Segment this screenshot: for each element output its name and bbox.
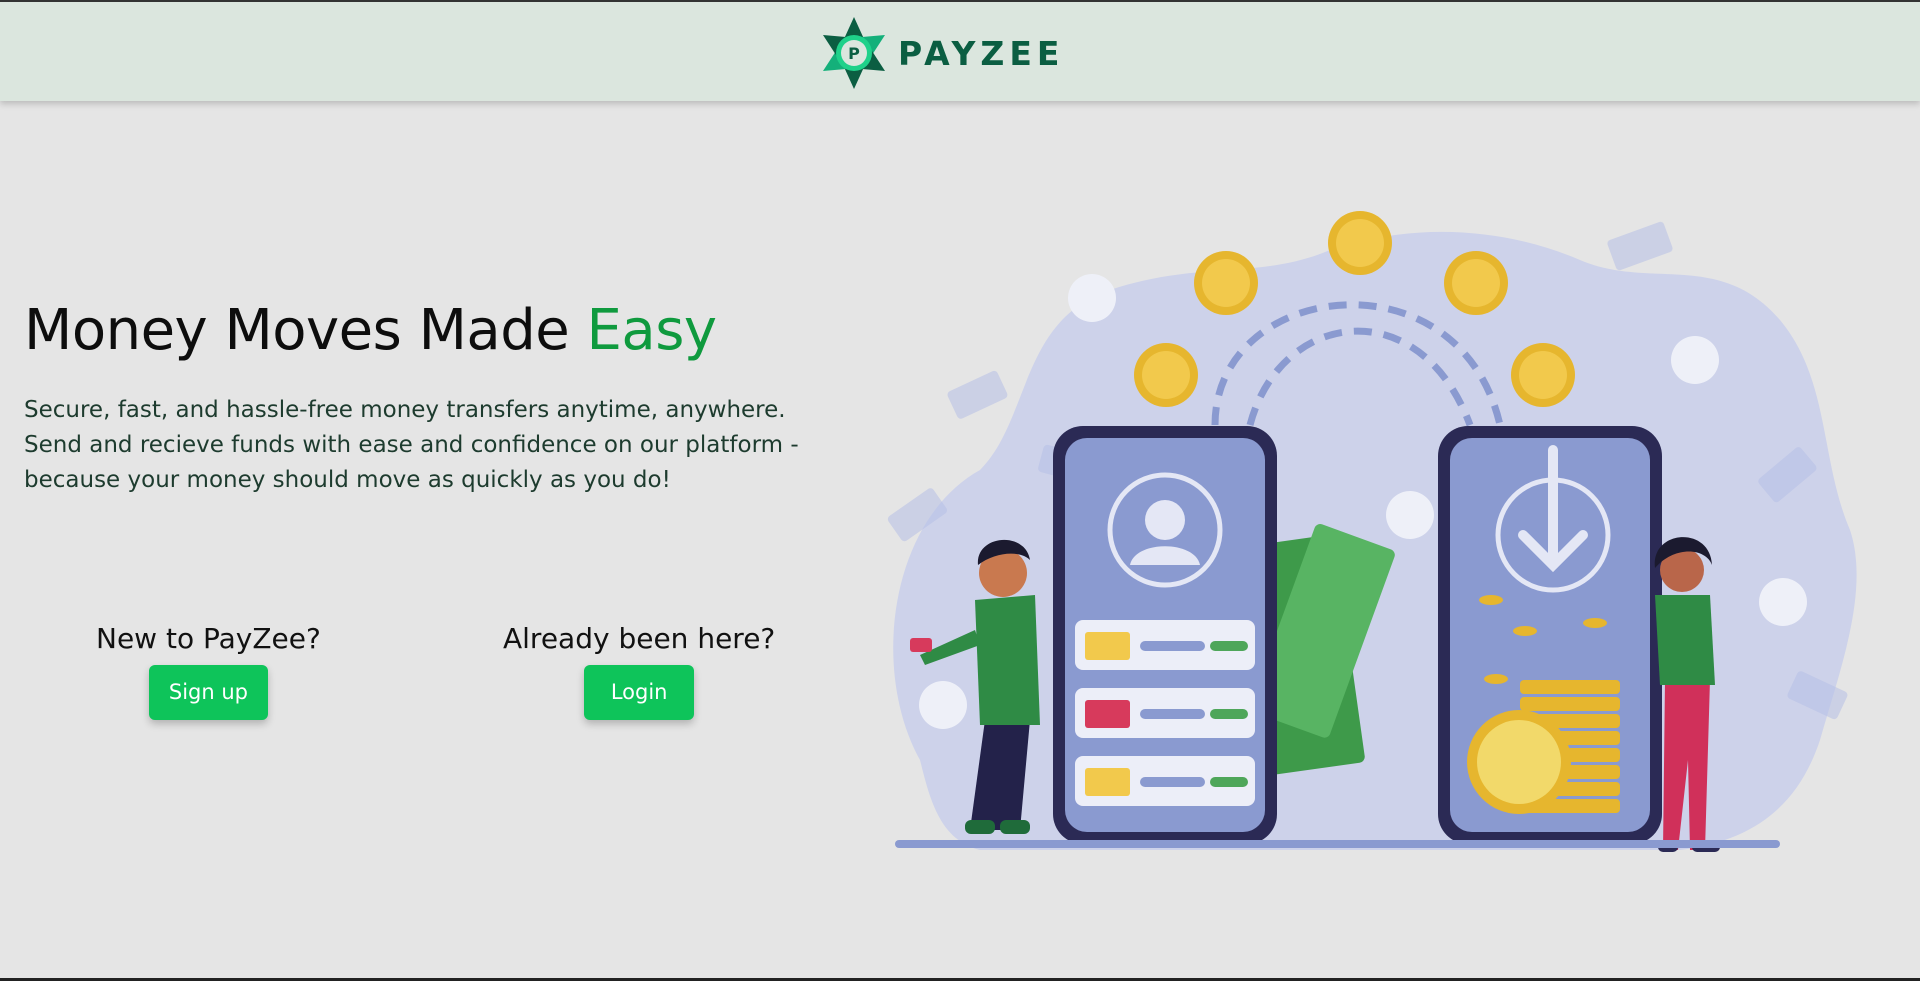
- sender-phone: [1053, 426, 1277, 844]
- ground-line: [895, 840, 1780, 848]
- receiver-phone: [1438, 426, 1662, 844]
- login-section: Already been here? Login: [503, 622, 775, 720]
- hero-title-main: Money Moves Made: [24, 298, 587, 363]
- login-label: Already been here?: [503, 622, 776, 655]
- payzee-logo-icon: P: [823, 17, 885, 89]
- hero-title: Money Moves Made Easy: [24, 298, 717, 363]
- background-blob: [893, 231, 1857, 850]
- login-button[interactable]: Login: [583, 665, 695, 720]
- signup-section: New to PayZee? Sign up: [96, 622, 321, 720]
- hero-description: Secure, fast, and hassle-free money tran…: [24, 397, 799, 493]
- logo[interactable]: P PAYZEE: [818, 14, 1064, 92]
- signup-label: New to PayZee?: [96, 622, 321, 655]
- logo-letter: P: [848, 44, 860, 63]
- money-transfer-illustration: [887, 211, 1857, 852]
- signup-button[interactable]: Sign up: [148, 665, 268, 720]
- brand-name: PAYZEE: [898, 33, 1065, 73]
- header: P PAYZEE: [0, 0, 1920, 101]
- hero-title-accent: Easy: [586, 298, 718, 363]
